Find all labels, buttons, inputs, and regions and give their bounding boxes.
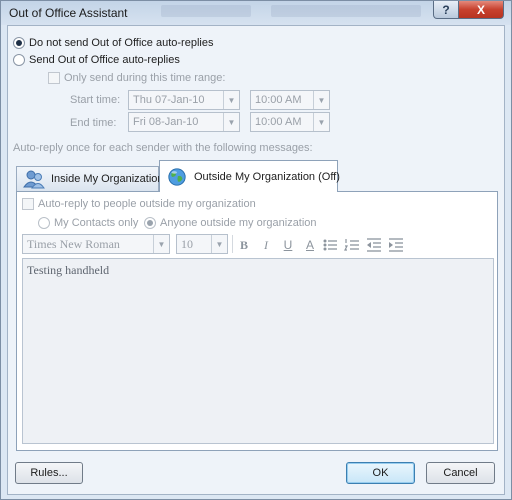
cancel-label: Cancel [443,467,478,479]
do-not-send-option[interactable]: Do not send Out of Office auto-replies [13,37,213,49]
tab-outside-organization[interactable]: Outside My Organization (Off) [159,160,340,192]
auto-reply-caption: Auto-reply once for each sender with the… [13,142,313,154]
tab-inside-label: Inside My Organization [51,173,164,185]
send-option[interactable]: Send Out of Office auto-replies [13,54,180,66]
font-color-icon[interactable]: A [302,237,318,253]
contacts-only-option[interactable]: My Contacts only [38,217,138,229]
ok-button[interactable]: OK [346,462,415,484]
font-size-select[interactable]: 10 ▼ [176,234,228,254]
font-size-value: 10 [181,236,193,251]
chevron-down-icon[interactable]: ▼ [313,113,329,131]
do-not-send-radio[interactable] [13,37,25,49]
underline-icon[interactable]: U [280,237,296,253]
chevron-down-icon[interactable]: ▼ [211,235,227,253]
tab-outside-label: Outside My Organization (Off) [194,170,340,183]
dialog-window: Out of Office Assistant ? X Do not send … [0,0,512,500]
ok-label: OK [372,467,389,479]
contacts-only-radio[interactable] [38,217,50,229]
close-icon: X [476,2,485,17]
start-time-value: 10:00 AM [255,94,302,106]
people-icon [23,170,45,189]
auto-reply-outside-option[interactable]: Auto-reply to people outside my organiza… [22,198,256,210]
globe-icon [168,167,186,186]
message-text: Testing handheld [27,263,110,277]
end-time-value: 10:00 AM [255,116,302,128]
window-title: Out of Office Assistant [9,6,128,20]
chevron-down-icon[interactable]: ▼ [223,91,239,109]
toolbar-separator [232,235,233,253]
background-blur [161,5,251,17]
anyone-outside-label: Anyone outside my organization [160,217,317,229]
tab-inside-organization[interactable]: Inside My Organization [16,166,164,191]
send-label: Send Out of Office auto-replies [29,54,180,66]
rules-button[interactable]: Rules... [15,462,83,484]
chevron-down-icon[interactable]: ▼ [223,113,239,131]
bullet-list-icon[interactable] [322,237,338,253]
contacts-only-label: My Contacts only [54,217,139,229]
end-time-label: End time: [70,117,117,129]
auto-reply-outside-label: Auto-reply to people outside my organiza… [38,198,256,210]
chevron-down-icon[interactable]: ▼ [153,235,169,253]
close-button[interactable]: X [458,1,504,19]
font-name-value: Times New Roman [27,236,120,251]
send-radio[interactable] [13,54,25,66]
chevron-down-icon[interactable]: ▼ [313,91,329,109]
end-date-value: Fri 08-Jan-10 [133,116,199,128]
time-range-label: Only send during this time range: [64,72,226,84]
anyone-outside-radio[interactable] [144,217,156,229]
do-not-send-label: Do not send Out of Office auto-replies [29,37,214,49]
background-blur [271,5,421,17]
italic-icon[interactable]: I [258,237,274,253]
dialog-body: Do not send Out of Office auto-replies S… [7,25,505,495]
start-time-label: Start time: [70,94,121,106]
anyone-outside-option[interactable]: Anyone outside my organization [144,217,317,229]
help-button[interactable]: ? [433,1,459,19]
start-time-picker[interactable]: 10:00 AM ▼ [250,90,330,110]
increase-indent-icon[interactable] [388,237,404,253]
start-date-picker[interactable]: Thu 07-Jan-10 ▼ [128,90,240,110]
message-editor[interactable]: Testing handheld [22,258,494,444]
help-icon: ? [442,2,450,17]
time-range-checkbox[interactable] [48,72,60,84]
time-range-option[interactable]: Only send during this time range: [48,72,225,84]
numbered-list-icon[interactable] [344,237,360,253]
bold-icon[interactable]: B [236,237,252,253]
auto-reply-outside-checkbox[interactable] [22,198,34,210]
end-time-picker[interactable]: 10:00 AM ▼ [250,112,330,132]
rules-label: Rules... [30,467,68,479]
end-date-picker[interactable]: Fri 08-Jan-10 ▼ [128,112,240,132]
font-name-select[interactable]: Times New Roman ▼ [22,234,170,254]
decrease-indent-icon[interactable] [366,237,382,253]
cancel-button[interactable]: Cancel [426,462,495,484]
start-date-value: Thu 07-Jan-10 [133,94,205,106]
